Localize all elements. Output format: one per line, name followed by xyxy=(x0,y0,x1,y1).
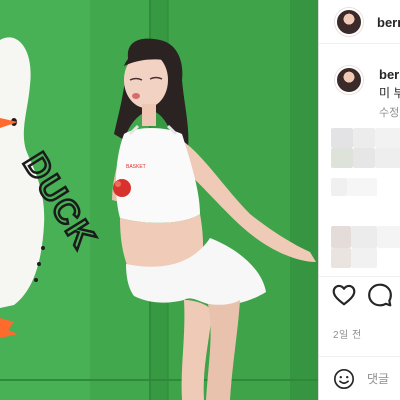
heart-outline-icon[interactable] xyxy=(331,282,357,308)
speech-bubble-icon[interactable] xyxy=(367,282,393,308)
post-actions-bar xyxy=(319,276,400,312)
photo-illustration: DUCK BASKET xyxy=(0,0,318,400)
author-avatar[interactable] xyxy=(335,8,363,36)
smiley-icon[interactable] xyxy=(333,368,355,390)
edited-label: 수정 xyxy=(379,107,400,119)
caption-author-avatar[interactable] xyxy=(335,66,363,94)
comment-input[interactable] xyxy=(367,367,400,391)
post-photo[interactable]: DUCK BASKET xyxy=(0,0,318,400)
post-caption: 미 부 xyxy=(379,86,400,100)
post-time-ago[interactable]: 2일 전 xyxy=(333,326,362,341)
shirt-print-text: BASKET xyxy=(126,164,146,170)
post-header: berr xyxy=(319,0,400,44)
blurred-comments xyxy=(331,128,400,276)
post-side-panel: berr berr 미 부 수정 2일 전 xyxy=(318,0,400,400)
caption-author-username[interactable]: berr xyxy=(379,67,400,82)
add-comment-bar xyxy=(319,356,400,400)
author-username[interactable]: berr xyxy=(377,15,400,30)
